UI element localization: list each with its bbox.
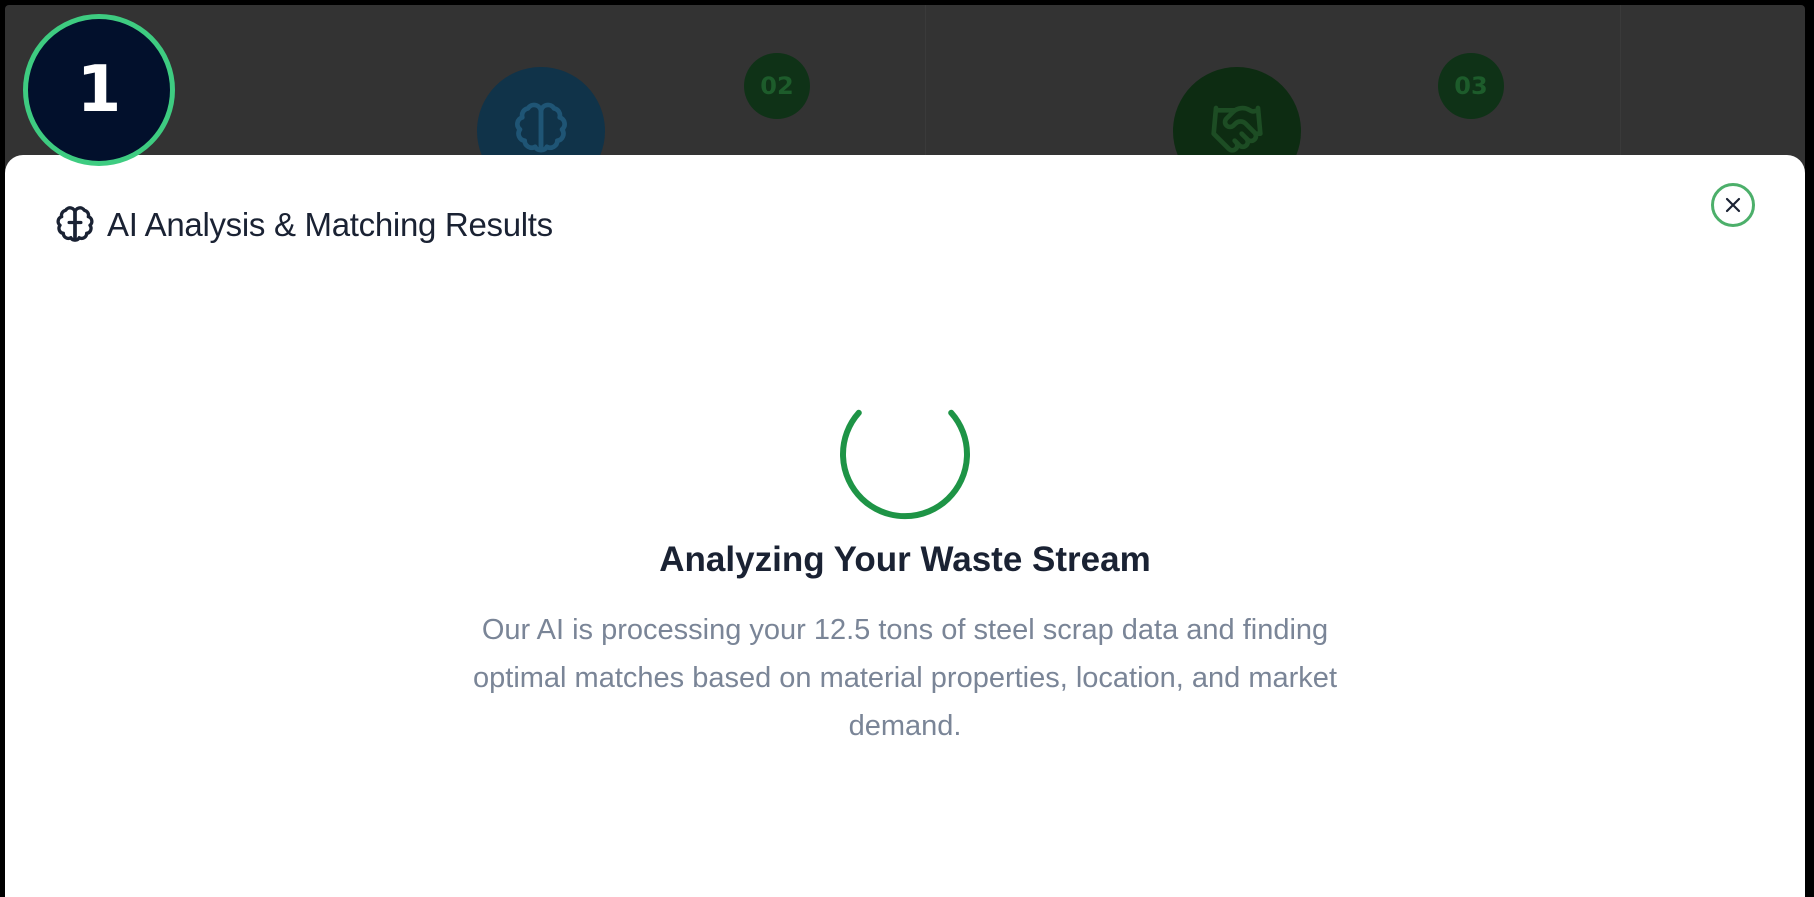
handshake-icon — [1211, 105, 1263, 153]
step-number-badge: 02 — [744, 53, 810, 119]
step-number-badge: 03 — [1438, 53, 1504, 119]
loading-spinner — [840, 409, 970, 520]
close-icon — [1725, 197, 1741, 213]
brain-icon — [515, 102, 567, 153]
analysis-modal: AI Analysis & Matching Results Analyzing… — [5, 155, 1805, 897]
column-divider — [1620, 5, 1621, 165]
close-button[interactable] — [1711, 183, 1755, 227]
modal-header: AI Analysis & Matching Results — [55, 205, 553, 245]
column-divider — [925, 5, 926, 165]
brain-icon — [56, 206, 94, 242]
loading-description: Our AI is processing your 12.5 tons of s… — [473, 614, 1337, 742]
step-number-badge: 1 — [23, 14, 175, 166]
loading-heading: Analyzing Your Waste Stream — [659, 540, 1151, 579]
modal-title: AI Analysis & Matching Results — [107, 206, 553, 243]
